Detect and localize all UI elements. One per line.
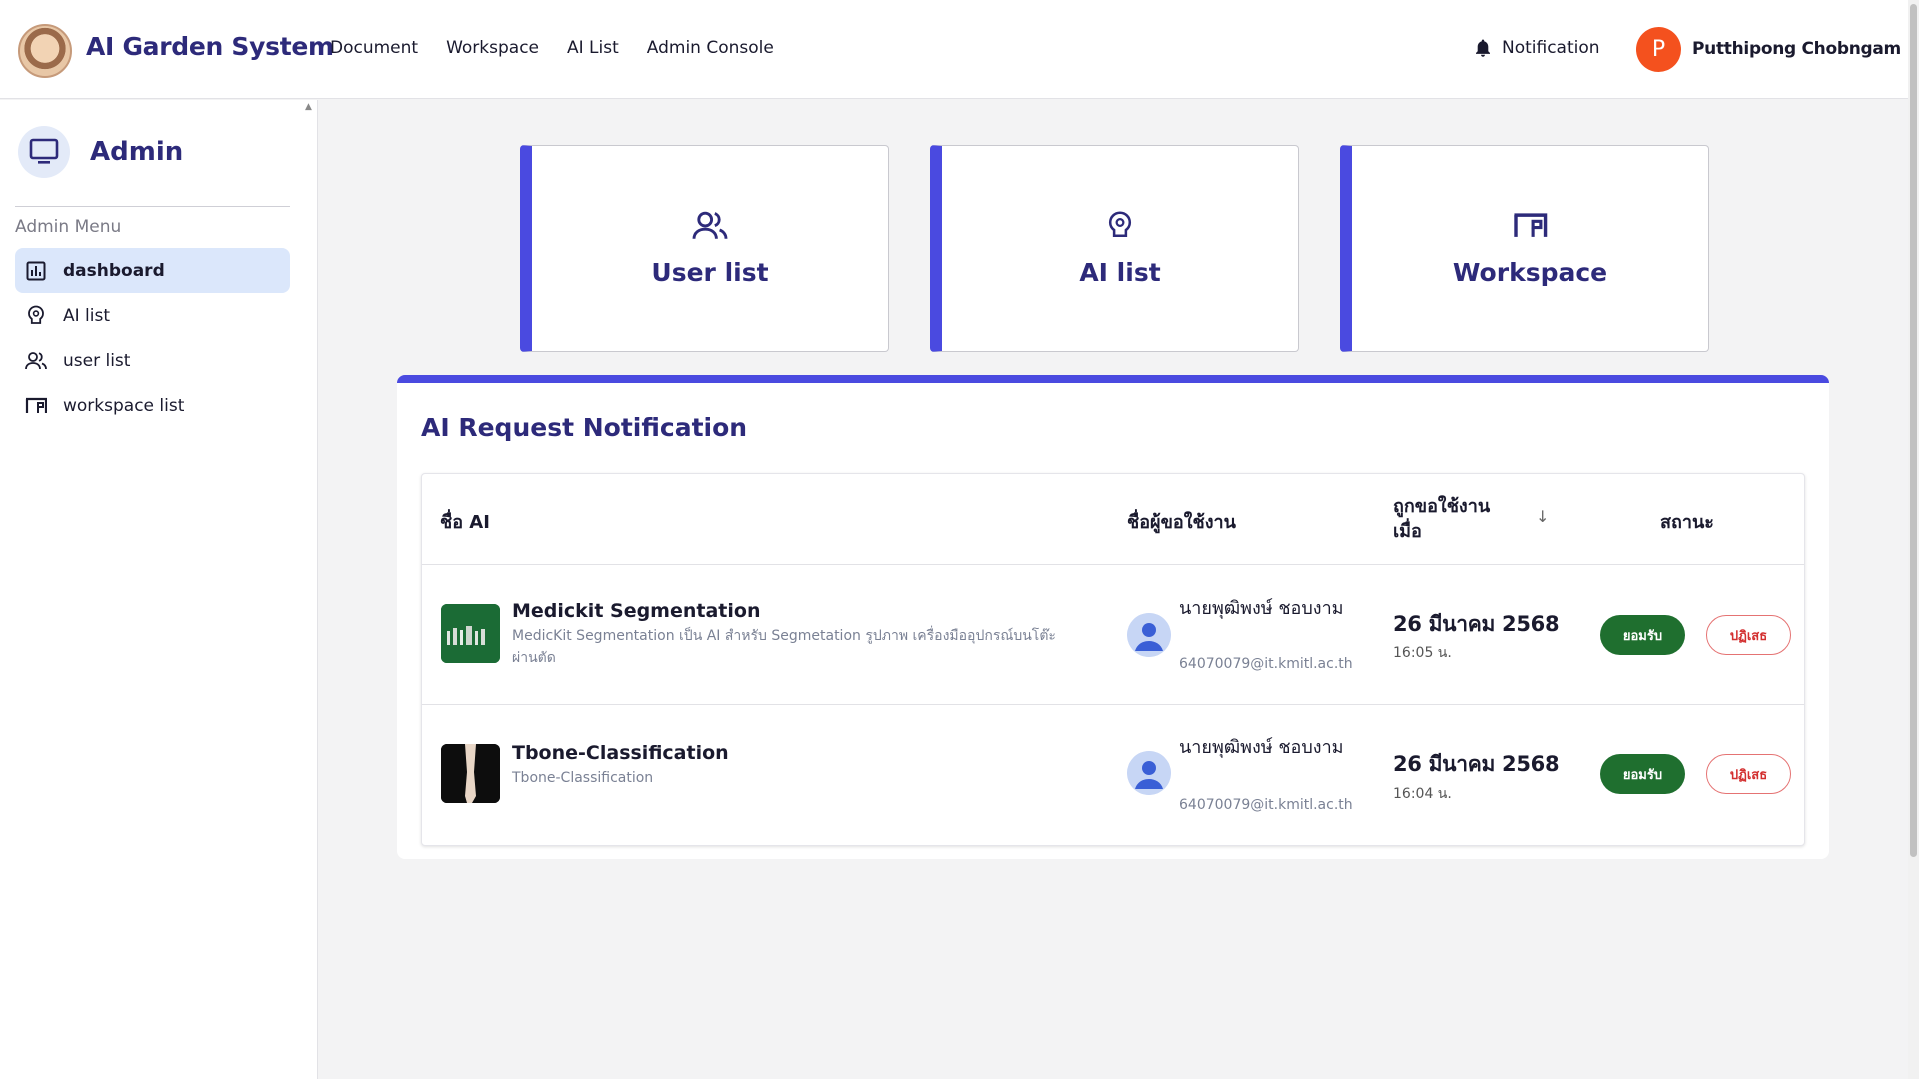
sidebar-scroll-up-icon[interactable]: ▲ xyxy=(305,102,312,112)
requester-name: นายพุฒิพงษ์ ชอบงาม xyxy=(1179,598,1344,619)
table-header: ชื่อ AI ชื่อผู้ขอใช้งาน ถูกขอใช้งานเมื่อ… xyxy=(422,474,1804,565)
request-time: 16:05 น. xyxy=(1393,645,1452,661)
accept-button[interactable]: ยอมรับ xyxy=(1600,615,1685,655)
sidebar-item-label: workspace list xyxy=(63,395,185,416)
card-ai-list[interactable]: AI list xyxy=(930,145,1299,352)
app-logo[interactable] xyxy=(18,24,72,78)
card-user-list[interactable]: User list xyxy=(520,145,889,352)
sidebar-item-label: dashboard xyxy=(63,260,165,281)
sidebar-item-label: AI list xyxy=(63,305,111,326)
ai-brain-icon xyxy=(25,305,47,327)
table-row: Tbone-Classification Tbone-Classificatio… xyxy=(422,705,1804,845)
sidebar-item-workspace-list[interactable]: workspace list xyxy=(15,383,290,428)
user-avatar[interactable]: P xyxy=(1636,27,1681,72)
requester-email: 64070079@it.kmitl.ac.th xyxy=(1179,656,1353,672)
sidebar-item-label: user list xyxy=(63,350,131,371)
column-requested-at[interactable]: ถูกขอใช้งานเมื่อ xyxy=(1393,494,1513,544)
sidebar-item-dashboard[interactable]: dashboard xyxy=(15,248,290,293)
main-nav: Document Workspace AI List Admin Console xyxy=(330,38,774,58)
card-workspace[interactable]: Workspace xyxy=(1340,145,1709,352)
ai-name: Tbone-Classification xyxy=(512,742,729,764)
sidebar-item-user-list[interactable]: user list xyxy=(15,338,290,383)
nav-link-document[interactable]: Document xyxy=(330,38,418,58)
scrollbar-thumb[interactable] xyxy=(1910,4,1917,857)
panel-title: AI Request Notification xyxy=(421,413,748,442)
column-requester[interactable]: ชื่อผู้ขอใช้งาน xyxy=(1127,507,1236,536)
sidebar-divider xyxy=(15,206,290,207)
dashboard-icon xyxy=(25,260,47,282)
accept-button[interactable]: ยอมรับ xyxy=(1600,754,1685,794)
admin-sidebar: ▲ Admin Admin Menu dashboard AI list use… xyxy=(0,100,318,1079)
sidebar-item-ai-list[interactable]: AI list xyxy=(15,293,290,338)
sidebar-title: Admin xyxy=(90,137,184,167)
users-icon xyxy=(25,350,47,372)
top-navbar: AI Garden System Document Workspace AI L… xyxy=(0,0,1908,99)
card-label: AI list xyxy=(1079,258,1161,287)
request-date: 26 มีนาคม 2568 xyxy=(1393,612,1560,636)
nav-link-workspace[interactable]: Workspace xyxy=(446,38,539,58)
sort-descending-icon[interactable]: ↓ xyxy=(1536,507,1549,526)
nav-link-admin-console[interactable]: Admin Console xyxy=(647,38,774,58)
ai-thumbnail-image xyxy=(441,744,500,803)
column-ai-name[interactable]: ชื่อ AI xyxy=(440,507,490,536)
users-icon xyxy=(690,206,730,246)
workspace-icon xyxy=(25,395,47,417)
requester-name: นายพุฒิพงษ์ ชอบงาม xyxy=(1179,737,1344,758)
notification-label: Notification xyxy=(1502,38,1600,58)
workspace-icon xyxy=(1510,206,1550,246)
ai-name: Medickit Segmentation xyxy=(512,600,761,622)
ai-description: Tbone-Classification xyxy=(512,770,654,786)
card-label: Workspace xyxy=(1452,258,1608,287)
ai-thumbnail-image xyxy=(441,604,500,663)
ai-request-table: ชื่อ AI ชื่อผู้ขอใช้งาน ถูกขอใช้งานเมื่อ… xyxy=(421,473,1805,846)
user-avatar-icon xyxy=(1127,751,1171,795)
app-title[interactable]: AI Garden System xyxy=(86,32,334,61)
ai-request-panel: AI Request Notification ชื่อ AI ชื่อผู้ข… xyxy=(397,375,1829,859)
ai-description: MedicKit Segmentation เป็น AI สำหรับ Seg… xyxy=(512,628,1056,666)
sidebar-menu-label: Admin Menu xyxy=(15,217,122,237)
ai-brain-icon xyxy=(1100,206,1140,246)
user-avatar-icon xyxy=(1127,613,1171,657)
page-scrollbar[interactable] xyxy=(1908,0,1919,1079)
request-date: 26 มีนาคม 2568 xyxy=(1393,752,1560,776)
table-row: Medickit Segmentation MedicKit Segmentat… xyxy=(422,565,1804,705)
requester-email: 64070079@it.kmitl.ac.th xyxy=(1179,797,1353,813)
nav-link-ai-list[interactable]: AI List xyxy=(567,38,619,58)
admin-header: Admin xyxy=(18,126,183,178)
column-status: สถานะ xyxy=(1660,512,1714,533)
reject-button[interactable]: ปฏิเสธ xyxy=(1706,754,1791,794)
bell-icon xyxy=(1474,38,1492,58)
request-time: 16:04 น. xyxy=(1393,786,1452,802)
card-label: User list xyxy=(651,258,769,287)
sidebar-menu: dashboard AI list user list workspace li… xyxy=(15,248,290,428)
reject-button[interactable]: ปฏิเสธ xyxy=(1706,615,1791,655)
notification-button[interactable]: Notification xyxy=(1474,38,1600,58)
user-name[interactable]: Putthipong Chobngam xyxy=(1692,39,1901,59)
monitor-icon xyxy=(18,126,70,178)
